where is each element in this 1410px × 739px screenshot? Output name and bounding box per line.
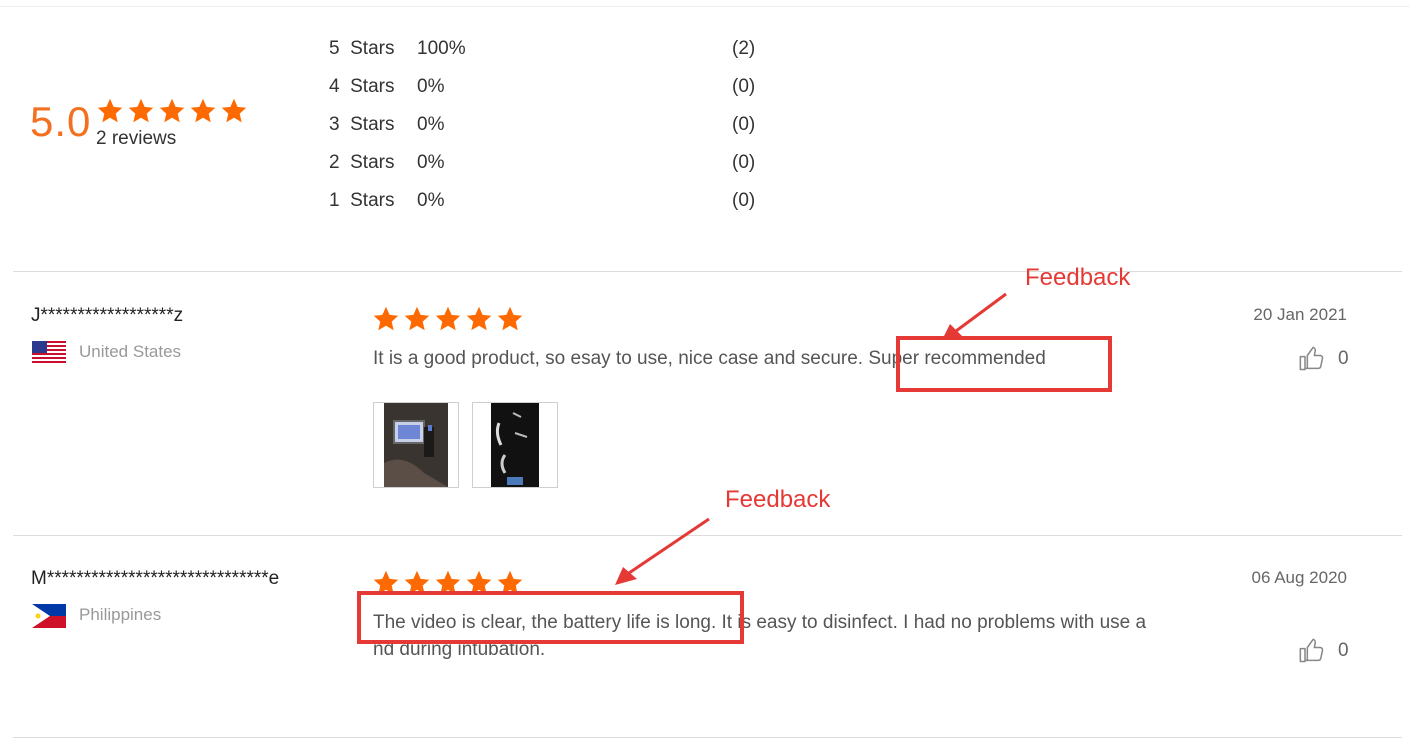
ph-flag-icon — [32, 604, 66, 628]
review-divider — [13, 271, 1402, 272]
distribution-count: (0) — [732, 76, 756, 97]
like-count: 0 — [1338, 348, 1349, 369]
distribution-percent: 100% — [417, 38, 466, 59]
distribution-count: (0) — [732, 114, 756, 135]
review-divider — [13, 737, 1402, 738]
feedback-label: Feedback — [725, 486, 831, 513]
star-icon — [96, 97, 124, 125]
feedback-arrow-icon — [942, 292, 1007, 340]
review-date: 06 Aug 2020 — [1251, 568, 1347, 587]
distribution-count: (0) — [732, 152, 756, 173]
device-photo-icon — [384, 403, 448, 487]
distribution-count: (2) — [732, 38, 756, 59]
feedback-highlight-box — [357, 591, 744, 644]
review-photo[interactable] — [373, 402, 459, 488]
distribution-percent: 0% — [417, 152, 445, 173]
star-icon — [189, 97, 217, 125]
distribution-count: (0) — [732, 190, 756, 211]
distribution-label: 4 Stars — [329, 76, 395, 97]
distribution-percent: 0% — [417, 190, 445, 211]
review-date: 20 Jan 2021 — [1253, 305, 1347, 324]
distribution-label: 2 Stars — [329, 152, 395, 173]
us-flag-icon — [32, 341, 66, 365]
star-icon — [496, 305, 524, 333]
star-icon — [158, 97, 186, 125]
review-count: 2 reviews — [96, 128, 177, 149]
star-icon — [434, 305, 462, 333]
average-stars — [96, 97, 248, 125]
reviewer-country: Philippines — [79, 605, 162, 624]
distribution-label: 1 Stars — [329, 190, 395, 211]
thumbs-up-icon — [1298, 637, 1326, 665]
feedback-label: Feedback — [1025, 264, 1131, 291]
distribution-percent: 0% — [417, 114, 445, 135]
star-icon — [127, 97, 155, 125]
thumbs-up-icon — [1298, 345, 1326, 373]
box-photo-icon — [491, 403, 539, 487]
like-button[interactable]: 0 — [1298, 345, 1349, 373]
average-rating: 5.0 — [30, 98, 92, 145]
star-icon — [465, 305, 493, 333]
star-icon — [220, 97, 248, 125]
like-button[interactable]: 0 — [1298, 637, 1349, 665]
top-divider — [0, 6, 1410, 7]
distribution-label: 5 Stars — [329, 38, 395, 59]
reviewer-name: M******************************e — [31, 568, 280, 589]
distribution-percent: 0% — [417, 76, 445, 97]
reviewer-country: United States — [79, 342, 182, 361]
reviewer-name: J******************z — [31, 305, 184, 326]
review-photo[interactable] — [472, 402, 558, 488]
star-icon — [372, 305, 400, 333]
review-stars — [372, 305, 524, 333]
like-count: 0 — [1338, 640, 1349, 661]
feedback-arrow-icon — [615, 517, 710, 585]
distribution-label: 3 Stars — [329, 114, 395, 135]
star-icon — [403, 305, 431, 333]
